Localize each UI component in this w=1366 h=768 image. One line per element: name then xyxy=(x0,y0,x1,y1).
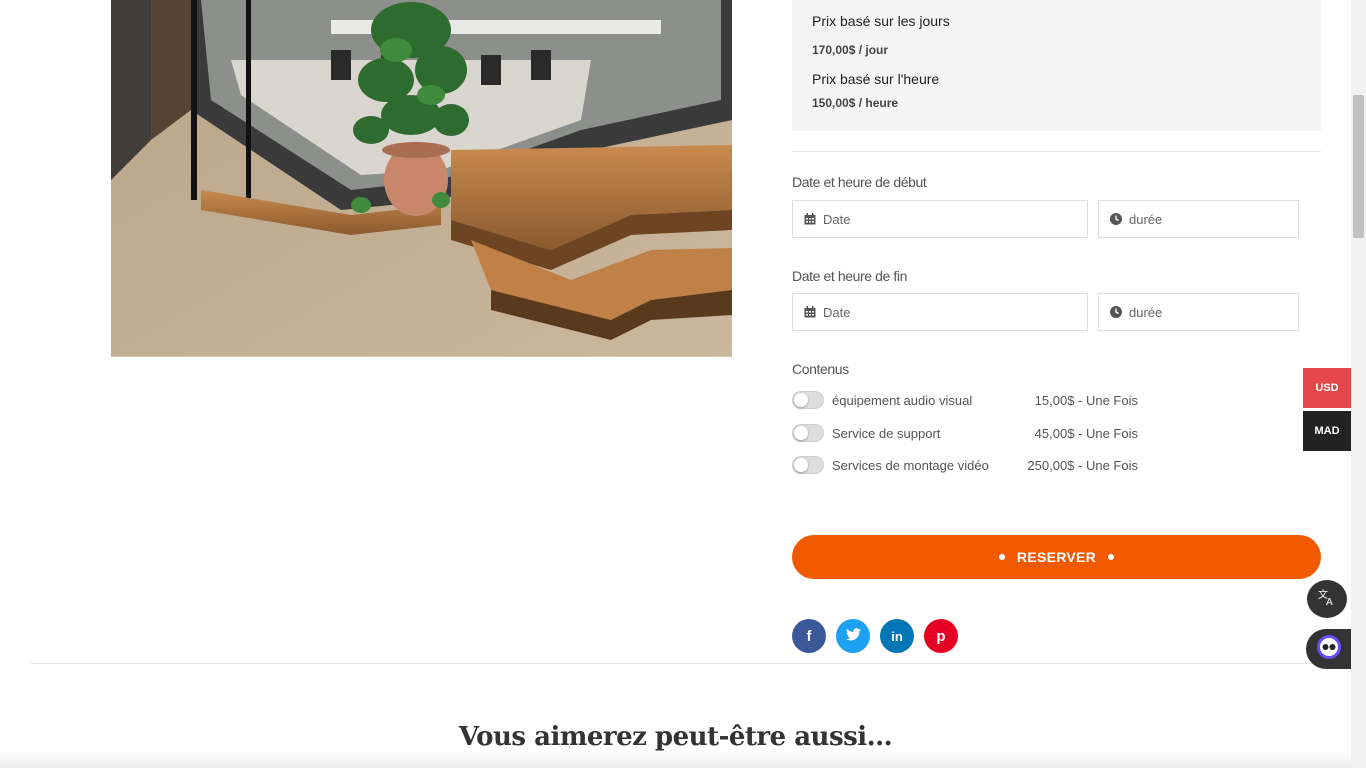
bot-icon xyxy=(1316,634,1342,665)
linkedin-icon: in xyxy=(891,628,903,644)
price-box: Prix basé sur les jours 170,00$ / jour P… xyxy=(792,0,1321,131)
currency-mad-button[interactable]: MAD xyxy=(1303,411,1351,451)
clock-icon xyxy=(1110,213,1122,225)
end-duration-input[interactable]: durée xyxy=(1098,293,1299,331)
pinterest-icon: p xyxy=(936,627,946,645)
extra-price: 250,00$ - Une Fois xyxy=(1027,457,1138,473)
extra-name: Services de montage vidéo xyxy=(832,457,989,473)
chat-assistant-button[interactable] xyxy=(1306,629,1351,669)
related-products-title: Vous aimerez peut-être aussi… xyxy=(458,722,893,752)
translate-button[interactable]: 文A xyxy=(1307,580,1347,618)
extra-price: 15,00$ - Une Fois xyxy=(1034,392,1138,408)
twitter-share-button[interactable] xyxy=(836,619,870,653)
hour-price-value: 150,00$ / heure xyxy=(812,96,899,110)
scrollbar-thumb[interactable] xyxy=(1353,95,1364,238)
end-date-placeholder: Date xyxy=(823,304,851,320)
extra-name: Service de support xyxy=(832,425,941,441)
extra-row: Service de support 45,00$ - Une Fois xyxy=(792,424,1138,442)
linkedin-share-button[interactable]: in xyxy=(880,619,914,653)
currency-mad-label: MAD xyxy=(1314,425,1340,437)
extra-toggle-audio-visual[interactable] xyxy=(792,391,824,409)
svg-text:A: A xyxy=(1326,597,1333,607)
calendar-icon xyxy=(804,213,816,225)
extras-label: Contenus xyxy=(792,361,849,377)
social-share: f in p xyxy=(792,619,958,653)
extra-toggle-support[interactable] xyxy=(792,424,824,442)
dot-icon xyxy=(998,554,1005,560)
extra-name: équipement audio visual xyxy=(832,392,973,408)
facebook-share-button[interactable]: f xyxy=(792,619,826,653)
reserve-label: RESERVER xyxy=(1016,549,1097,565)
hour-price-title: Prix basé sur l'heure xyxy=(812,71,940,87)
dot-icon xyxy=(1108,554,1115,560)
divider xyxy=(792,151,1321,152)
product-image xyxy=(111,0,732,357)
section-divider xyxy=(31,663,1351,664)
end-duration-placeholder: durée xyxy=(1129,304,1163,320)
start-duration-input[interactable]: durée xyxy=(1098,200,1299,238)
reserve-button[interactable]: RESERVER xyxy=(792,535,1321,579)
end-datetime-label: Date et heure de fin xyxy=(792,268,907,284)
day-price-value: 170,00$ / jour xyxy=(812,43,889,57)
clock-icon xyxy=(1110,306,1122,318)
twitter-icon xyxy=(845,627,861,645)
start-date-placeholder: Date xyxy=(823,211,851,227)
extra-toggle-video-editing[interactable] xyxy=(792,456,824,474)
extra-row: Services de montage vidéo 250,00$ - Une … xyxy=(792,456,1138,474)
currency-usd-button[interactable]: USD xyxy=(1303,368,1351,408)
calendar-icon xyxy=(804,306,816,318)
extra-row: équipement audio visual 15,00$ - Une Foi… xyxy=(792,391,1138,409)
pinterest-share-button[interactable]: p xyxy=(924,619,958,653)
start-duration-placeholder: durée xyxy=(1129,211,1163,227)
end-date-input[interactable]: Date xyxy=(792,293,1088,331)
start-datetime-label: Date et heure de début xyxy=(792,174,927,190)
currency-usd-label: USD xyxy=(1315,382,1339,394)
day-price-title: Prix basé sur les jours xyxy=(812,13,950,29)
translate-icon: 文A xyxy=(1317,587,1337,612)
start-date-input[interactable]: Date xyxy=(792,200,1088,238)
page-scrollbar[interactable] xyxy=(1351,0,1366,768)
facebook-icon: f xyxy=(806,627,812,645)
bottom-fade xyxy=(0,752,1351,768)
extra-price: 45,00$ - Une Fois xyxy=(1034,425,1138,441)
